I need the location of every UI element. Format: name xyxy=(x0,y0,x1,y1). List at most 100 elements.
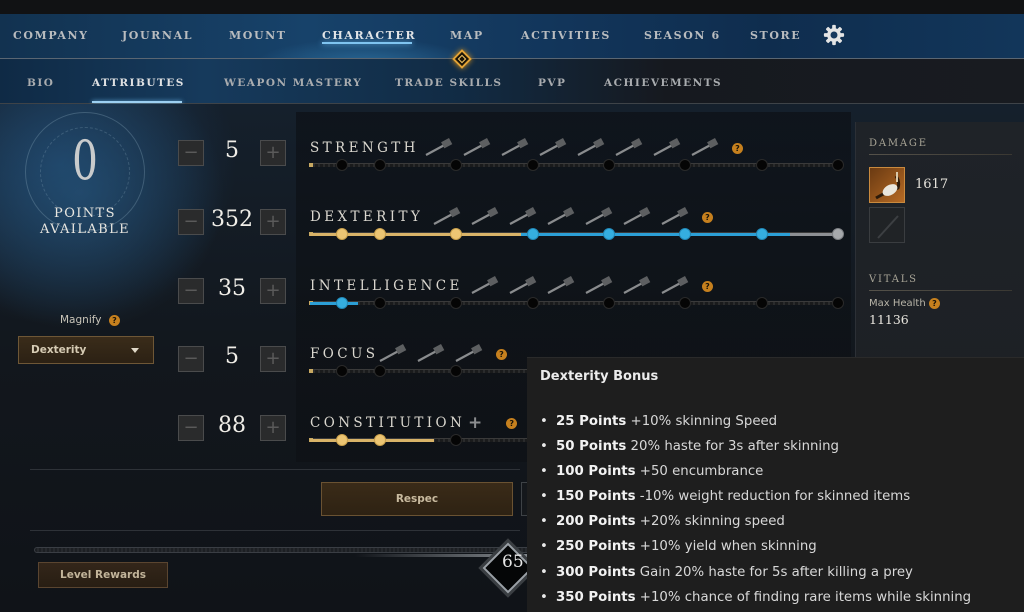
milestone-node[interactable] xyxy=(679,228,691,240)
help-icon[interactable]: ? xyxy=(702,280,713,292)
weapon-icons: ? xyxy=(430,207,713,227)
tab-achievements[interactable]: ACHIEVEMENTS xyxy=(604,77,722,89)
decrease-button[interactable]: − xyxy=(178,415,204,441)
decrease-button[interactable]: − xyxy=(178,140,204,166)
plus-icon: + xyxy=(265,348,281,369)
milestone-node[interactable] xyxy=(527,228,539,240)
milestone-node[interactable] xyxy=(374,365,386,377)
increase-button[interactable]: + xyxy=(260,278,286,304)
milestone-node[interactable] xyxy=(450,365,462,377)
milestone-node[interactable] xyxy=(374,434,386,446)
attribute-value: 88 xyxy=(218,413,246,438)
milestone-node[interactable] xyxy=(527,297,539,309)
milestone-node[interactable] xyxy=(450,434,462,446)
magnify-selected-value: Dexterity xyxy=(31,344,87,356)
milestone-node[interactable] xyxy=(336,297,348,309)
nav-character[interactable]: CHARACTER xyxy=(322,29,416,42)
secondary-weapon-slot[interactable] xyxy=(869,207,905,243)
attribute-name: DEXTERITY xyxy=(310,209,424,225)
milestone-node[interactable] xyxy=(603,228,615,240)
decrease-button[interactable]: − xyxy=(178,278,204,304)
nav-season[interactable]: SEASON 6 xyxy=(644,29,721,42)
nav-mount[interactable]: MOUNT xyxy=(229,29,287,42)
milestone-node[interactable] xyxy=(450,228,462,240)
magnify-dropdown[interactable]: Dexterity xyxy=(18,336,154,364)
progress-fill xyxy=(310,439,435,442)
sword-icon xyxy=(877,215,899,239)
tab-trade-skills[interactable]: TRADE SKILLS xyxy=(395,77,502,89)
bonus-points: 200 Points xyxy=(556,514,636,530)
damage-value: 1617 xyxy=(915,177,949,192)
milestone-node[interactable] xyxy=(374,297,386,309)
tooltip-bonus-list: 25 Points +10% skinning Speed50 Points 2… xyxy=(540,409,971,610)
life-staff-icon xyxy=(379,344,407,362)
nav-activities[interactable]: ACTIVITIES xyxy=(521,29,611,42)
milestone-node[interactable] xyxy=(603,159,615,171)
hatchet-icon xyxy=(585,207,613,225)
milestone-node[interactable] xyxy=(832,228,844,240)
increase-button[interactable]: + xyxy=(260,415,286,441)
max-health-label: Max Health xyxy=(869,298,926,309)
increase-button[interactable]: + xyxy=(260,140,286,166)
milestone-node[interactable] xyxy=(679,159,691,171)
help-icon[interactable]: ? xyxy=(506,417,518,429)
respec-button[interactable]: Respec xyxy=(321,482,513,516)
level-rewards-button[interactable]: Level Rewards xyxy=(38,562,168,588)
progress-fill-grey xyxy=(790,233,838,236)
milestone-node[interactable] xyxy=(756,228,768,240)
nav-map[interactable]: MAP xyxy=(450,29,484,42)
bow-icon xyxy=(433,207,461,225)
milestone-node[interactable] xyxy=(450,159,462,171)
increase-button[interactable]: + xyxy=(260,346,286,372)
nav-journal[interactable]: JOURNAL xyxy=(122,29,193,42)
milestone-node[interactable] xyxy=(832,297,844,309)
divider xyxy=(30,530,520,531)
musket-icon xyxy=(471,207,499,225)
tab-weapon-mastery[interactable]: WEAPON MASTERY xyxy=(224,77,362,89)
spear-icon xyxy=(577,138,605,156)
bonus-text: Gain 20% haste for 5s after killing a pr… xyxy=(639,564,913,580)
progress-fill xyxy=(310,302,358,305)
help-icon[interactable]: ? xyxy=(732,142,743,154)
minus-icon: − xyxy=(183,142,199,163)
attribute-name: STRENGTH xyxy=(310,140,419,156)
help-icon[interactable]: ? xyxy=(109,315,120,326)
bonus-points: 350 Points xyxy=(556,589,636,605)
milestone-node[interactable] xyxy=(832,159,844,171)
nav-store[interactable]: STORE xyxy=(750,29,801,42)
bow-weapon-icon[interactable] xyxy=(869,167,905,203)
milestone-node[interactable] xyxy=(450,297,462,309)
increase-button[interactable]: + xyxy=(260,209,286,235)
milestone-node[interactable] xyxy=(527,159,539,171)
musket-icon xyxy=(623,276,651,294)
milestone-node[interactable] xyxy=(374,228,386,240)
milestone-node[interactable] xyxy=(336,365,348,377)
bonus-text: +10% chance of finding rare items while … xyxy=(639,589,972,605)
tooltip-bonus-item: 50 Points 20% haste for 3s after skinnin… xyxy=(540,434,971,459)
tab-attributes[interactable]: ATTRIBUTES xyxy=(92,77,185,89)
tab-pvp[interactable]: PVP xyxy=(538,77,566,89)
milestone-node[interactable] xyxy=(336,228,348,240)
decrease-button[interactable]: − xyxy=(178,346,204,372)
milestone-node[interactable] xyxy=(336,434,348,446)
milestone-node[interactable] xyxy=(603,297,615,309)
fire-staff-icon xyxy=(471,276,499,294)
milestone-node[interactable] xyxy=(756,159,768,171)
help-icon[interactable]: ? xyxy=(702,211,713,223)
help-icon[interactable]: ? xyxy=(496,348,507,360)
milestone-node[interactable] xyxy=(756,297,768,309)
rapier-icon xyxy=(509,207,537,225)
gear-icon[interactable] xyxy=(823,24,845,46)
decrease-button[interactable]: − xyxy=(178,209,204,235)
milestone-node[interactable] xyxy=(336,159,348,171)
axe-icon xyxy=(623,207,651,225)
milestone-node[interactable] xyxy=(679,297,691,309)
nav-company[interactable]: COMPANY xyxy=(13,29,89,42)
bonus-points: 150 Points xyxy=(556,489,636,505)
help-icon[interactable]: ? xyxy=(929,298,940,309)
milestone-node[interactable] xyxy=(374,159,386,171)
sub-nav: BIO ATTRIBUTES WEAPON MASTERY TRADE SKIL… xyxy=(0,59,1024,104)
points-available-value: 0 xyxy=(72,129,98,192)
tab-bio[interactable]: BIO xyxy=(27,77,54,89)
tooltip-bonus-item: 300 Points Gain 20% haste for 5s after k… xyxy=(540,560,971,585)
